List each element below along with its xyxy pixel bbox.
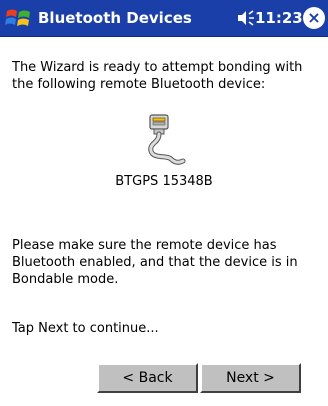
speaker-icon[interactable] bbox=[237, 10, 255, 26]
intro-text: The Wizard is ready to attempt bonding w… bbox=[12, 60, 303, 92]
continue-hint: Tap Next to continue... bbox=[12, 321, 159, 336]
windows-flag-icon[interactable] bbox=[4, 3, 34, 33]
close-button[interactable]: × bbox=[303, 7, 325, 29]
instructions-text: Please make sure the remote device has B… bbox=[12, 238, 298, 287]
clock[interactable]: 11:23 bbox=[255, 9, 303, 27]
serial-cable-icon bbox=[148, 114, 186, 165]
window-title: Bluetooth Devices bbox=[38, 9, 192, 27]
back-button[interactable]: < Back bbox=[97, 363, 198, 393]
close-icon: × bbox=[307, 8, 321, 27]
next-button[interactable]: Next > bbox=[200, 363, 301, 393]
title-bar: Bluetooth Devices 11:23 × bbox=[0, 0, 328, 37]
device-name: BTGPS 15348B bbox=[115, 174, 213, 189]
